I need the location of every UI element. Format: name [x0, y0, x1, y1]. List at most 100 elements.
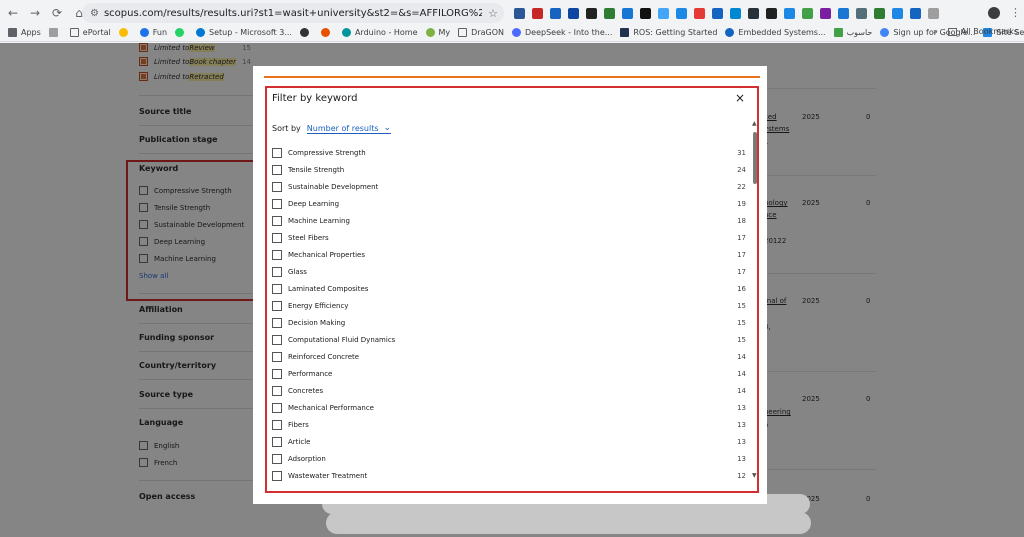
bookmark-fun[interactable]: Fun — [139, 28, 167, 37]
scroll-thumb[interactable] — [753, 132, 757, 184]
extension-icon[interactable] — [892, 7, 903, 19]
extension-icon[interactable] — [712, 7, 723, 19]
extension-icon[interactable] — [568, 7, 579, 19]
keyword-label: Laminated Composites — [288, 285, 369, 293]
keyword-row[interactable]: Deep Learning 19 — [272, 197, 746, 211]
extension-icon[interactable] — [694, 7, 705, 19]
checkbox[interactable] — [272, 335, 282, 345]
bookmark-eportal[interactable]: ePortal — [69, 28, 111, 37]
keyword-row[interactable]: Machine Learning 18 — [272, 214, 746, 228]
url-text[interactable]: scopus.com/results/results.uri?st1=wasit… — [104, 8, 482, 19]
extension-icon[interactable] — [622, 7, 633, 19]
bookmark-deepseek[interactable]: DeepSeek - Into the... — [512, 28, 612, 37]
close-icon[interactable]: × — [735, 91, 745, 105]
extension-icon[interactable] — [658, 7, 669, 19]
keyword-row[interactable]: Compressive Strength 31 — [272, 146, 746, 160]
keyword-row[interactable]: Steel Fibers 17 — [272, 231, 746, 245]
checkbox[interactable] — [272, 471, 282, 481]
checkbox[interactable] — [272, 148, 282, 158]
bookmark-dragon[interactable]: DraGON — [458, 28, 504, 37]
checkbox[interactable] — [272, 216, 282, 226]
checkbox[interactable] — [272, 369, 282, 379]
chevron-right-icon[interactable]: » — [933, 27, 938, 36]
dialog-scrollbar[interactable]: ▲ ▼ — [752, 120, 757, 480]
bookmark-arduino[interactable]: Arduino - Home — [341, 28, 418, 37]
extension-icon[interactable] — [874, 7, 885, 19]
extension-icon[interactable] — [910, 7, 921, 19]
checkbox[interactable] — [272, 182, 282, 192]
checkbox[interactable] — [272, 267, 282, 277]
bookmark-item[interactable] — [48, 28, 62, 37]
extension-icon[interactable] — [550, 7, 561, 19]
extension-icon[interactable] — [514, 7, 525, 19]
bookmark-item[interactable] — [175, 28, 188, 37]
puzzle-icon[interactable] — [928, 7, 939, 19]
keyword-row[interactable]: Decision Making 15 — [272, 316, 746, 330]
bookmark-item[interactable] — [320, 28, 334, 37]
extension-icon[interactable] — [676, 7, 687, 19]
extension-icon[interactable] — [640, 7, 651, 19]
keyword-row[interactable]: Reinforced Concrete 14 — [272, 350, 746, 364]
bookmark-star-icon[interactable]: ☆ — [488, 7, 498, 20]
checkbox[interactable] — [272, 199, 282, 209]
checkbox[interactable] — [272, 301, 282, 311]
checkbox[interactable] — [272, 420, 282, 430]
checkbox[interactable] — [272, 437, 282, 447]
bookmark-my[interactable]: My — [425, 28, 450, 37]
checkbox[interactable] — [272, 233, 282, 243]
bookmark-item[interactable] — [118, 28, 132, 37]
menu-icon[interactable]: ⋮ — [1010, 6, 1021, 19]
bookmark-embedded[interactable]: Embedded Systems... — [725, 28, 826, 37]
checkbox[interactable] — [272, 284, 282, 294]
keyword-row[interactable]: Fibers 13 — [272, 418, 746, 432]
checkbox[interactable] — [272, 386, 282, 396]
extension-icon[interactable] — [838, 7, 849, 19]
keyword-row[interactable]: Concretes 14 — [272, 384, 746, 398]
extension-icon[interactable] — [586, 7, 597, 19]
extension-icon[interactable] — [766, 7, 777, 19]
keyword-row[interactable]: Wastewater Treatment 12 — [272, 469, 746, 483]
keyword-row[interactable]: Article 13 — [272, 435, 746, 449]
scroll-up-icon[interactable]: ▲ — [752, 120, 757, 127]
keyword-row[interactable]: Glass 17 — [272, 265, 746, 279]
keyword-row[interactable]: Adsorption 13 — [272, 452, 746, 466]
checkbox[interactable] — [272, 165, 282, 175]
checkbox[interactable] — [272, 403, 282, 413]
bookmark-item[interactable] — [299, 28, 313, 37]
keyword-row[interactable]: Mechanical Properties 17 — [272, 248, 746, 262]
checkbox[interactable] — [272, 318, 282, 328]
extension-icon[interactable] — [856, 7, 867, 19]
extension-icon[interactable] — [820, 7, 831, 19]
keyword-row[interactable]: Performance 14 — [272, 367, 746, 381]
back-icon[interactable]: ← — [4, 4, 22, 22]
keyword-row[interactable]: Sustainable Development 22 — [272, 180, 746, 194]
extension-icon[interactable] — [784, 7, 795, 19]
all-bookmarks[interactable]: » All Bookmarks — [933, 27, 1018, 36]
keyword-count: 17 — [737, 234, 746, 242]
profile-avatar[interactable] — [988, 7, 1000, 19]
site-info-icon[interactable]: ⚙ — [90, 8, 99, 19]
scroll-down-icon[interactable]: ▼ — [752, 472, 757, 479]
keyword-row[interactable]: Laminated Composites 16 — [272, 282, 746, 296]
checkbox[interactable] — [272, 454, 282, 464]
sort-dropdown[interactable]: Number of results ⌄ — [306, 123, 392, 134]
keyword-row[interactable]: Energy Efficiency 15 — [272, 299, 746, 313]
extension-icon[interactable] — [802, 7, 813, 19]
bookmark-label: Setup - Microsoft 3... — [209, 28, 292, 37]
forward-icon[interactable]: → — [26, 4, 44, 22]
bookmark-setup[interactable]: Setup - Microsoft 3... — [196, 28, 292, 37]
extension-icon[interactable] — [730, 7, 741, 19]
bookmark-ros[interactable]: ROS: Getting Started — [620, 28, 717, 37]
bookmark-apps[interactable]: Apps — [8, 28, 41, 37]
checkbox[interactable] — [272, 352, 282, 362]
keyword-row[interactable]: Mechanical Performance 13 — [272, 401, 746, 415]
bookmark-arabic[interactable]: حاسوب — [833, 28, 872, 37]
keyword-row[interactable]: Tensile Strength 24 — [272, 163, 746, 177]
extension-icon[interactable] — [748, 7, 759, 19]
extension-icon[interactable] — [532, 7, 543, 19]
keyword-row[interactable]: Computational Fluid Dynamics 15 — [272, 333, 746, 347]
extension-icon[interactable] — [604, 7, 615, 19]
checkbox[interactable] — [272, 250, 282, 260]
address-bar[interactable]: ⚙ scopus.com/results/results.uri?st1=was… — [82, 3, 504, 23]
reload-icon[interactable]: ⟳ — [48, 4, 66, 22]
